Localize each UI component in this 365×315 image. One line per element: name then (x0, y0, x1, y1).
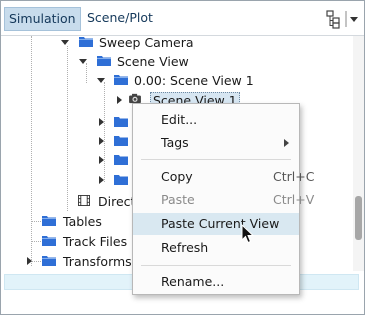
tree-node-tables[interactable]: Tables (1, 212, 133, 231)
tree-options-button[interactable] (323, 9, 361, 29)
tab-simulation[interactable]: Simulation (4, 7, 81, 31)
tree-node-directed-mesh[interactable]: Direct (1, 192, 136, 211)
film-icon (78, 195, 90, 206)
expand-icon[interactable] (99, 118, 104, 126)
expand-icon[interactable] (99, 156, 104, 164)
folder-icon (79, 37, 93, 47)
menu-separator (141, 265, 291, 266)
scrollbar-thumb[interactable] (355, 196, 362, 240)
tree-node-label: Tables (63, 214, 102, 229)
tree-node-label: Transforms (63, 254, 132, 269)
mouse-cursor-icon (241, 224, 255, 244)
tree-node-label: Sweep Camera (99, 36, 194, 50)
menu-item-shortcut: Ctrl+V (273, 192, 315, 207)
menu-separator (141, 159, 291, 160)
tab-scene-plot[interactable]: Scene/Plot (83, 7, 157, 29)
menu-item-label: Tags (161, 135, 189, 150)
folder-icon (42, 256, 56, 266)
menu-item-label: Rename... (161, 274, 225, 289)
menu-item-refresh[interactable]: Refresh (133, 237, 299, 259)
menu-item-shortcut: Ctrl+C (273, 169, 315, 184)
tree-node-track-files[interactable]: Track Files (1, 232, 133, 251)
folder-icon (114, 175, 128, 185)
folder-icon (114, 75, 128, 85)
menu-item-rename[interactable]: Rename... (133, 271, 299, 293)
tree-node-scene-view[interactable]: Scene View (1, 52, 201, 71)
expand-icon[interactable] (117, 96, 122, 104)
folder-icon (42, 216, 56, 226)
tab-bar: Simulation Scene/Plot (1, 1, 364, 36)
collapse-icon[interactable] (97, 78, 105, 83)
tree-node-label: Scene View (117, 54, 189, 69)
menu-item-label: Edit... (161, 112, 198, 127)
tree-node-hidden[interactable] (1, 151, 133, 170)
submenu-arrow-icon (284, 139, 289, 147)
tree-node-label: Track Files (63, 234, 128, 249)
tree-node-hidden[interactable] (1, 113, 133, 132)
tree-node-transforms[interactable]: Transforms (1, 252, 133, 271)
expand-icon[interactable] (27, 257, 32, 265)
menu-item-paste[interactable]: Paste Ctrl+V (133, 189, 314, 211)
tree-node-label: Direct (98, 194, 136, 209)
chevron-down-icon (350, 17, 358, 22)
collapse-icon[interactable] (61, 40, 69, 45)
context-menu: Edit... Tags Copy Ctrl+C Paste Ctrl+V Pa… (132, 103, 314, 295)
hierarchy-icon (326, 10, 358, 29)
tree-node-scene-view-time[interactable]: 0.00: Scene View 1 (1, 71, 261, 90)
expand-icon[interactable] (99, 137, 104, 145)
menu-item-label: Paste Current View (161, 216, 280, 231)
tree-node-label: 0.00: Scene View 1 (134, 73, 254, 88)
menu-item-copy[interactable]: Copy Ctrl+C (133, 166, 314, 188)
folder-icon (114, 136, 128, 146)
folder-icon (114, 117, 128, 127)
menu-item-edit[interactable]: Edit... (133, 109, 299, 131)
menu-item-paste-current-view[interactable]: Paste Current View (133, 213, 299, 235)
menu-item-label: Refresh (161, 240, 209, 255)
menu-item-tags[interactable]: Tags (133, 132, 299, 154)
menu-item-label: Paste (161, 192, 195, 207)
folder-icon (42, 236, 56, 246)
expand-icon[interactable] (99, 176, 104, 184)
tree-node-hidden[interactable] (1, 132, 133, 151)
collapse-icon[interactable] (79, 59, 87, 64)
tree-node-sweep-camera[interactable]: Sweep Camera (1, 36, 201, 52)
tree-scrollbar[interactable] (353, 36, 364, 271)
folder-icon (114, 155, 128, 165)
tree-node-hidden[interactable] (1, 171, 133, 190)
menu-item-label: Copy (161, 169, 193, 184)
folder-icon (97, 56, 111, 66)
